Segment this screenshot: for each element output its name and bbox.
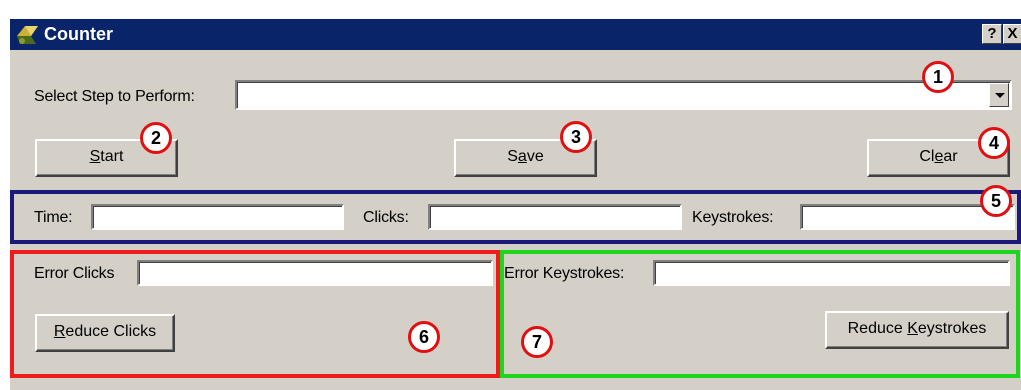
callout-marker: 6 [408, 321, 440, 353]
reduce-clicks-button[interactable]: Reduce Clicks [35, 314, 175, 352]
error-clicks-label: Error Clicks [34, 265, 115, 282]
app-icon [17, 26, 38, 44]
step-select[interactable] [235, 80, 1012, 110]
close-button[interactable]: X [1003, 24, 1021, 44]
callout-marker: 5 [980, 185, 1012, 217]
step-label: Select Step to Perform: [34, 88, 195, 105]
chevron-down-icon [995, 93, 1005, 98]
callout-marker: 2 [140, 122, 172, 154]
callout-marker: 1 [922, 61, 954, 93]
callout-marker: 7 [521, 326, 553, 358]
help-button[interactable]: ? [982, 24, 1002, 44]
keystrokes-label: Keystrokes: [692, 209, 774, 226]
reduce-keystrokes-button[interactable]: Reduce Keystrokes [825, 311, 1009, 349]
dropdown-arrow-button[interactable] [989, 83, 1009, 107]
callout-marker: 3 [560, 121, 592, 153]
window-title: Counter [44, 24, 113, 44]
counter-window: Counter ? X Select Step to Perform: Star… [10, 19, 1021, 390]
clicks-label: Clicks: [363, 209, 409, 226]
error-keystrokes-field[interactable] [653, 260, 1010, 286]
clicks-field[interactable] [428, 204, 682, 230]
error-clicks-field[interactable] [137, 260, 493, 286]
time-field[interactable] [91, 204, 344, 230]
error-keystrokes-label: Error Keystrokes: [504, 265, 625, 282]
callout-marker: 4 [978, 127, 1010, 159]
time-label: Time: [34, 209, 73, 226]
title-bar[interactable]: Counter ? X [10, 19, 1021, 50]
